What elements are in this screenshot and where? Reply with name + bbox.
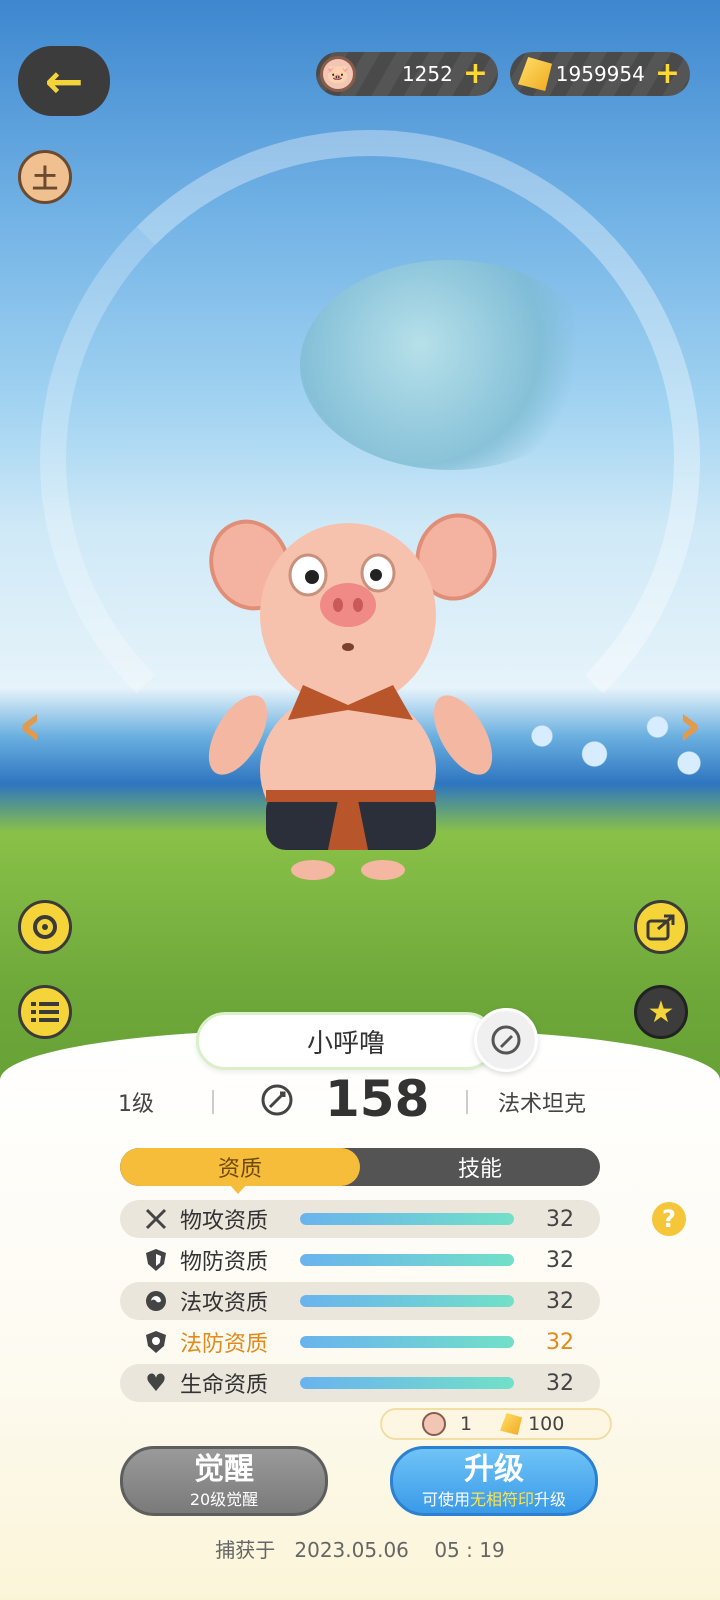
edit-icon	[491, 1025, 521, 1055]
power-value: 158	[325, 1070, 430, 1128]
crossed-swords-icon	[136, 1207, 176, 1231]
stat-row: 法防资质 32	[120, 1323, 600, 1361]
stat-value: 32	[546, 1206, 574, 1232]
upgrade-sub-label: 可使用无相符印升级	[422, 1486, 566, 1510]
stat-bar	[300, 1377, 514, 1389]
help-button[interactable]: ?	[652, 1202, 686, 1236]
upgrade-sub-text: 可使用	[421, 1489, 470, 1509]
caught-info: 捕获于 2023.05.06 05 : 19	[0, 1534, 720, 1563]
pet-name: 小呼噜	[196, 1012, 496, 1070]
stat-row: 物攻资质 32	[120, 1200, 600, 1238]
star-icon: ★	[647, 994, 675, 1030]
stat-bar-fill	[300, 1377, 514, 1389]
magic-shield-icon	[136, 1330, 176, 1354]
stat-bar	[300, 1295, 514, 1307]
caught-date: 2023.05.06	[294, 1538, 409, 1562]
planet-background	[300, 260, 600, 470]
favorite-button[interactable]: ★	[634, 985, 688, 1039]
stat-label: 法攻资质	[180, 1291, 269, 1316]
tab-bar: 资质 技能	[120, 1148, 600, 1186]
caught-time: 05 : 19	[434, 1538, 505, 1562]
rename-button[interactable]	[474, 1008, 538, 1072]
awaken-button[interactable]: 觉醒 20级觉醒	[120, 1446, 328, 1516]
stat-value: 32	[546, 1288, 574, 1314]
upgrade-label: 升级	[464, 1451, 524, 1487]
gem-value: 1959954	[555, 62, 645, 86]
share-button[interactable]	[634, 900, 688, 954]
swap-button[interactable]	[18, 900, 72, 954]
gem-icon	[518, 57, 552, 91]
stat-label: 生命资质	[180, 1373, 269, 1398]
stat-value: 32	[546, 1370, 574, 1396]
awaken-sub-label: 20级觉醒	[189, 1489, 259, 1509]
stat-value: 32	[546, 1329, 574, 1355]
pet-level: 1级	[118, 1092, 154, 1117]
stat-label: 法防资质	[180, 1332, 269, 1357]
swap-icon	[33, 915, 57, 939]
earth-element-button[interactable]: 土	[18, 150, 72, 204]
stat-row: ♥ 生命资质 32	[120, 1364, 600, 1402]
stat-row: 法攻资质 32	[120, 1282, 600, 1320]
pig-coin-icon	[422, 1412, 446, 1436]
caught-label: 捕获于	[215, 1538, 276, 1562]
heart-icon: ♥	[145, 1369, 167, 1397]
tab-skills[interactable]: 技能	[360, 1148, 600, 1186]
tab-aptitude[interactable]: 资质	[120, 1148, 360, 1186]
stat-bar	[300, 1336, 514, 1348]
back-arrow-icon: ←	[44, 54, 84, 108]
pig-coin-value: 1252	[401, 62, 453, 86]
pig-character[interactable]	[208, 505, 498, 885]
next-pet-button[interactable]: ›	[677, 690, 702, 760]
stat-row: 物防资质 32	[120, 1241, 600, 1279]
pig-coin-cost: 1	[460, 1413, 473, 1435]
stat-bar-fill	[300, 1336, 514, 1348]
upgrade-sub-text: 升级	[534, 1489, 567, 1509]
list-button[interactable]	[18, 985, 72, 1039]
stat-label: 物防资质	[180, 1250, 269, 1275]
gem-cost: 100	[528, 1413, 565, 1435]
gem-counter[interactable]: 1959954 +	[510, 52, 690, 96]
stat-bar-fill	[300, 1213, 514, 1225]
stat-label: 物攻资质	[180, 1209, 269, 1234]
pig-coin-icon: 🐷	[320, 56, 356, 92]
upgrade-button[interactable]: 升级 可使用无相符印升级	[390, 1446, 598, 1516]
tab-indicator	[229, 1184, 247, 1194]
shield-icon	[136, 1248, 176, 1272]
divider	[212, 1090, 214, 1114]
stat-bar-fill	[300, 1295, 514, 1307]
stat-bar	[300, 1213, 514, 1225]
stat-bar-fill	[300, 1254, 514, 1266]
earth-element-icon: 土	[31, 164, 58, 195]
stat-bar	[300, 1254, 514, 1266]
prev-pet-button[interactable]: ‹	[18, 690, 43, 760]
upgrade-item-name: 无相符印	[469, 1489, 534, 1509]
upgrade-cost: 1 100	[380, 1408, 612, 1440]
awaken-label: 觉醒	[194, 1451, 254, 1487]
gem-icon	[500, 1413, 523, 1435]
pet-role: 法术坦克	[498, 1092, 587, 1117]
divider	[466, 1090, 468, 1114]
add-pig-coin-button[interactable]: +	[463, 59, 488, 89]
power-icon	[261, 1084, 293, 1116]
magic-orb-icon	[136, 1289, 176, 1313]
stat-value: 32	[546, 1247, 574, 1273]
share-icon	[646, 914, 675, 941]
add-gem-button[interactable]: +	[655, 59, 680, 89]
list-icon	[31, 1002, 59, 1022]
pig-coin-counter[interactable]: 🐷 1252 +	[316, 52, 498, 96]
back-button[interactable]: ←	[18, 46, 110, 116]
